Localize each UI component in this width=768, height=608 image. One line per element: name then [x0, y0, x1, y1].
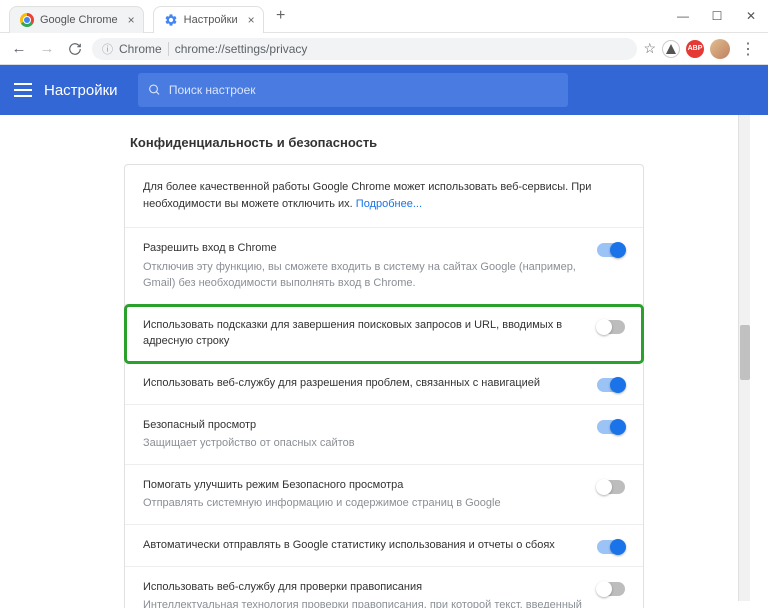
window-controls: — ☐ ✕: [666, 3, 768, 29]
url-text: chrome://settings/privacy: [175, 42, 308, 56]
toggle-switch[interactable]: [597, 480, 625, 494]
toggle-switch[interactable]: [597, 320, 625, 334]
tab-title: Google Chrome: [40, 14, 118, 26]
settings-icon: [164, 13, 178, 27]
bookmark-icon[interactable]: ☆: [643, 40, 656, 57]
setting-title: Безопасный просмотр: [143, 417, 583, 434]
setting-title: Автоматически отправлять в Google статис…: [143, 537, 583, 554]
menu-icon[interactable]: [12, 79, 34, 101]
setting-description: Отправлять системную информацию и содерж…: [143, 495, 583, 512]
window-titlebar: Google Chrome × Настройки × + — ☐ ✕: [0, 0, 768, 33]
setting-title: Использовать веб-службу для проверки пра…: [143, 579, 583, 596]
settings-row: Безопасный просмотрЗащищает устройство о…: [125, 405, 643, 465]
address-bar[interactable]: ⓘ Chrome chrome://settings/privacy: [92, 38, 637, 60]
close-window-button[interactable]: ✕: [734, 3, 768, 29]
abp-extension-icon[interactable]: ABP: [686, 40, 704, 58]
chrome-menu-button[interactable]: ⋮: [736, 39, 760, 59]
new-tab-button[interactable]: +: [270, 5, 292, 27]
search-icon: [148, 83, 161, 97]
setting-description: Интеллектуальная технология проверки пра…: [143, 597, 583, 608]
close-icon[interactable]: ×: [128, 13, 135, 27]
reload-button[interactable]: [64, 38, 86, 60]
setting-title: Помогать улучшить режим Безопасного прос…: [143, 477, 583, 494]
tab-title: Настройки: [184, 14, 238, 26]
settings-row: Использовать веб-службу для проверки пра…: [125, 567, 643, 608]
section-title: Конфиденциальность и безопасность: [124, 135, 644, 150]
settings-search-input[interactable]: [169, 83, 558, 97]
setting-title: Разрешить вход в Chrome: [143, 240, 583, 257]
settings-row: Использовать подсказки для завершения по…: [125, 305, 643, 363]
settings-content: Конфиденциальность и безопасность Для бо…: [0, 115, 768, 608]
toggle-switch[interactable]: [597, 582, 625, 596]
settings-row: Разрешить вход в Chrome Отключив эту функ…: [125, 228, 643, 305]
learn-more-link[interactable]: Подробнее...: [356, 198, 422, 210]
toggle-switch[interactable]: [597, 378, 625, 392]
setting-description: Отключив эту функцию, вы сможете входить…: [143, 259, 583, 292]
browser-tab[interactable]: Настройки ×: [153, 6, 264, 33]
settings-row: Использовать веб-службу для разрешения п…: [125, 363, 643, 405]
minimize-button[interactable]: —: [666, 3, 700, 29]
settings-row: Помогать улучшить режим Безопасного прос…: [125, 465, 643, 525]
browser-tab[interactable]: Google Chrome ×: [9, 6, 144, 33]
close-icon[interactable]: ×: [248, 13, 255, 27]
forward-button[interactable]: →: [36, 38, 58, 60]
settings-card: Для более качественной работы Google Chr…: [124, 164, 644, 608]
setting-title: Использовать подсказки для завершения по…: [143, 317, 583, 350]
page-title: Настройки: [44, 82, 118, 99]
site-info-icon[interactable]: ⓘ: [102, 41, 113, 57]
setting-title: Использовать веб-службу для разрешения п…: [143, 375, 583, 392]
toggle-switch[interactable]: [597, 420, 625, 434]
maximize-button[interactable]: ☐: [700, 3, 734, 29]
profile-avatar[interactable]: [710, 39, 730, 59]
back-button[interactable]: ←: [8, 38, 30, 60]
toggle-switch[interactable]: [597, 540, 625, 554]
chrome-icon: [20, 13, 34, 27]
settings-header: Настройки: [0, 65, 768, 115]
setting-description: Защищает устройство от опасных сайтов: [143, 435, 583, 452]
settings-search[interactable]: [138, 73, 568, 107]
section-intro: Для более качественной работы Google Chr…: [125, 165, 643, 228]
settings-row: Автоматически отправлять в Google статис…: [125, 525, 643, 567]
toolbar: ← → ⓘ Chrome chrome://settings/privacy ☆…: [0, 33, 768, 65]
url-chip: Chrome: [119, 42, 169, 56]
toggle-switch[interactable]: [597, 243, 625, 257]
extension-icon[interactable]: [662, 40, 680, 58]
